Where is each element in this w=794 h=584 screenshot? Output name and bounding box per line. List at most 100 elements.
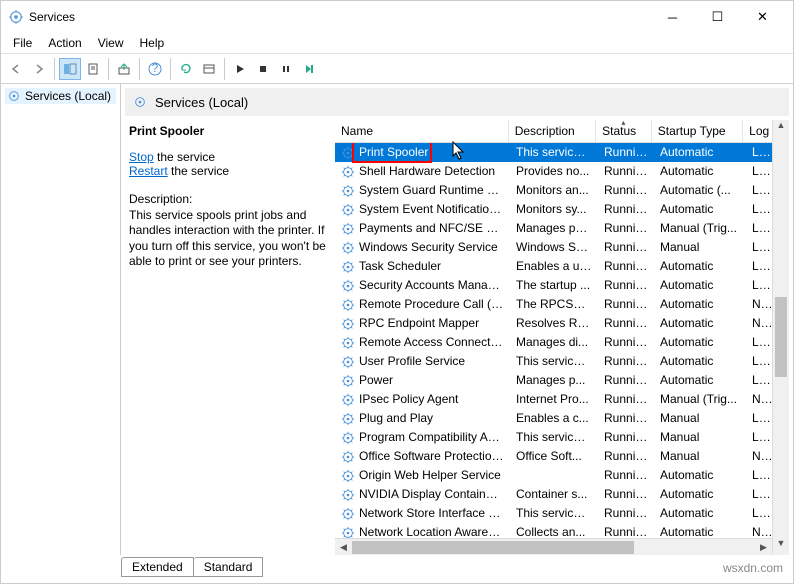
vscroll-thumb[interactable] bbox=[775, 297, 787, 377]
table-row[interactable]: Remote Access Connection...Manages di...… bbox=[335, 333, 789, 352]
service-icon bbox=[341, 450, 355, 464]
content-area: Print Spooler Stop the service Restart t… bbox=[125, 120, 789, 555]
detail-pane: Print Spooler Stop the service Restart t… bbox=[125, 120, 335, 555]
service-icon bbox=[341, 393, 355, 407]
table-row[interactable]: Origin Web Helper ServiceRunningAutomati… bbox=[335, 466, 789, 485]
table-row[interactable]: Security Accounts ManagerThe startup ...… bbox=[335, 276, 789, 295]
menu-view[interactable]: View bbox=[90, 34, 132, 52]
table-row[interactable]: Task SchedulerEnables a us...RunningAuto… bbox=[335, 257, 789, 276]
watermark: wsxdn.com bbox=[723, 561, 783, 575]
service-icon bbox=[341, 355, 355, 369]
stop-service-line: Stop the service bbox=[129, 150, 327, 164]
maximize-button[interactable]: ☐ bbox=[695, 3, 740, 31]
service-icon bbox=[341, 412, 355, 426]
service-icon bbox=[341, 279, 355, 293]
pane-header: Services (Local) bbox=[125, 88, 789, 116]
table-row[interactable]: Program Compatibility Assi...This servic… bbox=[335, 428, 789, 447]
table-row[interactable]: Network Location AwarenessCollects an...… bbox=[335, 523, 789, 538]
table-row[interactable]: System Guard Runtime Mo...Monitors an...… bbox=[335, 181, 789, 200]
start-service-button[interactable] bbox=[229, 58, 251, 80]
menu-help[interactable]: Help bbox=[132, 34, 173, 52]
minimize-button[interactable]: ─ bbox=[650, 3, 695, 31]
stop-link[interactable]: Stop bbox=[129, 150, 154, 164]
table-row[interactable]: Shell Hardware DetectionProvides no...Ru… bbox=[335, 162, 789, 181]
table-row[interactable]: Payments and NFC/SE Man...Manages pa...R… bbox=[335, 219, 789, 238]
column-logon[interactable]: Log bbox=[743, 120, 773, 142]
menu-action[interactable]: Action bbox=[40, 34, 89, 52]
service-icon bbox=[341, 317, 355, 331]
tab-extended[interactable]: Extended bbox=[121, 557, 194, 577]
table-row[interactable]: Network Store Interface Ser...This servi… bbox=[335, 504, 789, 523]
main-body: Services (Local) Services (Local) Print … bbox=[1, 84, 793, 555]
menubar: File Action View Help bbox=[1, 33, 793, 54]
hscroll-thumb[interactable] bbox=[352, 541, 634, 554]
service-icon bbox=[341, 507, 355, 521]
scroll-down-icon[interactable]: ▼ bbox=[773, 538, 789, 555]
properties-button[interactable] bbox=[82, 58, 104, 80]
tree-pane[interactable]: Services (Local) bbox=[1, 84, 121, 555]
tree-item-services-local[interactable]: Services (Local) bbox=[5, 88, 116, 104]
service-icon bbox=[341, 165, 355, 179]
table-row[interactable]: Print SpoolerThis service ...RunningAuto… bbox=[335, 143, 789, 162]
stop-service-button[interactable] bbox=[252, 58, 274, 80]
forward-button[interactable] bbox=[28, 58, 50, 80]
properties2-button[interactable] bbox=[198, 58, 220, 80]
description-text: This service spools print jobs and handl… bbox=[129, 208, 326, 269]
vertical-scrollbar[interactable]: ▲ ▼ bbox=[772, 120, 789, 555]
table-row[interactable]: Office Software Protection ...Office Sof… bbox=[335, 447, 789, 466]
menu-file[interactable]: File bbox=[5, 34, 40, 52]
table-row[interactable]: RPC Endpoint MapperResolves RP...Running… bbox=[335, 314, 789, 333]
table-row[interactable]: Plug and PlayEnables a c...RunningManual… bbox=[335, 409, 789, 428]
service-icon bbox=[341, 241, 355, 255]
table-row[interactable]: Windows Security ServiceWindows Se...Run… bbox=[335, 238, 789, 257]
back-button[interactable] bbox=[5, 58, 27, 80]
service-icon bbox=[341, 374, 355, 388]
description-block: Description: This service spools print j… bbox=[129, 192, 327, 270]
table-row[interactable]: IPsec Policy AgentInternet Pro...Running… bbox=[335, 390, 789, 409]
service-icon bbox=[341, 298, 355, 312]
column-name[interactable]: Name bbox=[335, 120, 509, 142]
toolbar: ? bbox=[1, 54, 793, 84]
service-icon bbox=[341, 488, 355, 502]
view-tabs: Extended Standard bbox=[1, 555, 793, 577]
services-icon bbox=[7, 89, 21, 103]
show-hide-tree-button[interactable] bbox=[59, 58, 81, 80]
column-description[interactable]: Description bbox=[509, 120, 596, 142]
list-header: Name Description ▴Status Startup Type Lo… bbox=[335, 120, 789, 143]
close-button[interactable]: ✕ bbox=[740, 3, 785, 31]
services-icon bbox=[133, 95, 147, 109]
service-icon bbox=[341, 146, 355, 160]
column-startup-type[interactable]: Startup Type bbox=[652, 120, 743, 142]
restart-link[interactable]: Restart bbox=[129, 164, 168, 178]
services-list[interactable]: Name Description ▴Status Startup Type Lo… bbox=[335, 120, 789, 555]
table-row[interactable]: User Profile ServiceThis service ...Runn… bbox=[335, 352, 789, 371]
list-body[interactable]: Print SpoolerThis service ...RunningAuto… bbox=[335, 143, 789, 538]
right-pane: Services (Local) Print Spooler Stop the … bbox=[121, 84, 793, 555]
table-row[interactable]: System Event Notification S...Monitors s… bbox=[335, 200, 789, 219]
horizontal-scrollbar[interactable]: ◀ ▶ bbox=[335, 538, 789, 555]
service-icon bbox=[341, 184, 355, 198]
selected-service-title: Print Spooler bbox=[129, 124, 327, 138]
service-icon bbox=[341, 336, 355, 350]
window-controls: ─ ☐ ✕ bbox=[650, 3, 785, 31]
table-row[interactable]: Remote Procedure Call (RPC)The RPCSS s..… bbox=[335, 295, 789, 314]
table-row[interactable]: PowerManages p...RunningAutomaticLoca bbox=[335, 371, 789, 390]
pane-header-label: Services (Local) bbox=[155, 95, 248, 110]
pause-service-button[interactable] bbox=[275, 58, 297, 80]
restart-service-line: Restart the service bbox=[129, 164, 327, 178]
service-icon bbox=[341, 469, 355, 483]
help-button[interactable]: ? bbox=[144, 58, 166, 80]
tree-item-label: Services (Local) bbox=[25, 89, 111, 103]
refresh-button[interactable] bbox=[175, 58, 197, 80]
tab-standard[interactable]: Standard bbox=[194, 557, 264, 577]
column-status[interactable]: ▴Status bbox=[596, 120, 652, 142]
description-label: Description: bbox=[129, 192, 192, 206]
restart-service-button[interactable] bbox=[298, 58, 320, 80]
scroll-left-icon[interactable]: ◀ bbox=[335, 542, 352, 553]
export-button[interactable] bbox=[113, 58, 135, 80]
titlebar: Services ─ ☐ ✕ bbox=[1, 1, 793, 33]
table-row[interactable]: NVIDIA Display Container LSContainer s..… bbox=[335, 485, 789, 504]
scroll-right-icon[interactable]: ▶ bbox=[755, 542, 772, 553]
service-icon bbox=[341, 526, 355, 538]
scroll-up-icon[interactable]: ▲ bbox=[773, 120, 789, 137]
